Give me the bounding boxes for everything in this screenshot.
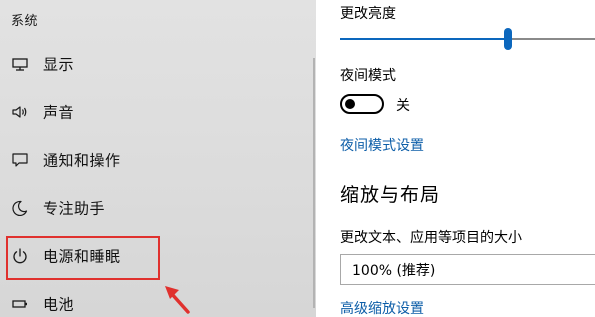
toggle-knob [345, 99, 355, 109]
sidebar-item-label: 声音 [43, 103, 75, 122]
scale-dropdown-value: 100% (推荐) [352, 262, 436, 279]
sidebar: 系统 显示 声音 通知和操作 专注助手 电源和睡眠 电池 [0, 0, 316, 317]
sidebar-item-label: 电池 [43, 295, 75, 314]
slider-thumb[interactable] [504, 28, 512, 50]
settings-window: 系统 显示 声音 通知和操作 专注助手 电源和睡眠 电池 更改亮度 夜间模式 关… [0, 0, 595, 317]
sidebar-item-focus-assist[interactable]: 专注助手 [0, 190, 300, 226]
power-icon [11, 247, 29, 265]
sidebar-item-battery[interactable]: 电池 [0, 286, 300, 317]
sidebar-section-title: 系统 [11, 14, 39, 29]
brightness-label: 更改亮度 [340, 6, 396, 22]
monitor-icon [11, 55, 29, 73]
sidebar-item-notifications[interactable]: 通知和操作 [0, 142, 300, 178]
night-light-toggle[interactable] [340, 94, 384, 114]
sidebar-scrollbar[interactable] [313, 58, 315, 308]
brightness-slider[interactable] [340, 28, 595, 50]
night-light-settings-link[interactable]: 夜间模式设置 [340, 135, 424, 155]
sidebar-item-power-sleep[interactable]: 电源和睡眠 [0, 238, 300, 274]
sidebar-item-label: 电源和睡眠 [43, 247, 121, 266]
text-size-label: 更改文本、应用等项目的大小 [340, 230, 522, 246]
advanced-scaling-link[interactable]: 高级缩放设置 [340, 298, 424, 317]
content-pane: 更改亮度 夜间模式 关 夜间模式设置 缩放与布局 更改文本、应用等项目的大小 1… [316, 0, 595, 317]
speaker-icon [11, 103, 29, 121]
slider-track-filled [340, 38, 508, 40]
slider-track [508, 38, 595, 40]
sidebar-item-label: 通知和操作 [43, 151, 121, 170]
scale-layout-heading: 缩放与布局 [340, 184, 441, 206]
sidebar-item-display[interactable]: 显示 [0, 46, 300, 82]
scale-dropdown[interactable]: 100% (推荐) [340, 254, 595, 285]
moon-icon [11, 199, 29, 217]
toggle-state-label: 关 [396, 98, 410, 114]
sidebar-item-label: 显示 [43, 55, 75, 74]
notification-icon [11, 151, 29, 169]
sidebar-item-label: 专注助手 [43, 199, 106, 218]
sidebar-item-sound[interactable]: 声音 [0, 94, 300, 130]
night-light-label: 夜间模式 [340, 68, 396, 84]
battery-icon [11, 295, 29, 313]
